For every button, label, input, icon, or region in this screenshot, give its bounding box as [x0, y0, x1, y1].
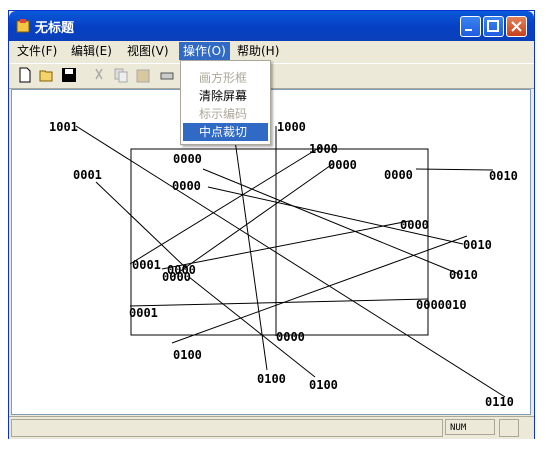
window-title: 无标题	[35, 21, 75, 36]
open-folder-icon[interactable]	[39, 67, 55, 83]
segment	[95, 181, 187, 269]
region-code-label: 0000	[167, 263, 196, 277]
segment	[171, 235, 468, 344]
region-code-label: 0000	[172, 179, 201, 193]
minimize-icon	[465, 29, 472, 31]
region-code-label: 0010	[463, 238, 492, 252]
status-pane	[499, 419, 519, 437]
num-lock-indicator: NUM	[445, 419, 495, 435]
minimize-button[interactable]	[460, 16, 481, 37]
new-file-icon[interactable]	[17, 67, 33, 83]
menu-item-draw-rectangle[interactable]: 画方形框	[183, 69, 268, 87]
copy-icon[interactable]	[113, 67, 129, 83]
cut-icon[interactable]	[91, 67, 107, 83]
maximize-icon	[487, 20, 499, 32]
region-code-label: 1000	[309, 142, 338, 156]
region-code-label: 1001	[49, 120, 78, 134]
main-window: 无标题 文件(F) 编辑(E) 视图(V) 操作(O) 帮助(H) 1001 0…	[8, 10, 535, 439]
region-code-label: 0110	[485, 395, 514, 409]
region-code-label: 0010	[489, 169, 518, 183]
segment	[188, 276, 316, 378]
menu-file[interactable]: 文件(F)	[13, 42, 61, 60]
region-code-label: 0100	[309, 378, 338, 392]
operation-dropdown-menu: 画方形框 清除屏幕 标示编码 中点裁切	[180, 60, 271, 145]
region-code-label: 0100	[173, 348, 202, 362]
close-icon	[511, 21, 522, 32]
segment	[161, 220, 410, 270]
segment	[129, 145, 323, 265]
paste-icon[interactable]	[135, 67, 151, 83]
menu-bar: 文件(F) 编辑(E) 视图(V) 操作(O) 帮助(H)	[9, 41, 534, 61]
menu-view[interactable]: 视图(V)	[123, 42, 173, 60]
region-code-label: 0000010	[416, 298, 467, 312]
close-button[interactable]	[506, 16, 527, 37]
status-message-pane	[11, 419, 443, 437]
print-icon[interactable]	[159, 67, 175, 83]
region-code-label: 0000	[328, 158, 357, 172]
region-code-label: 0001	[73, 168, 102, 182]
region-code-label: 0000	[173, 152, 202, 166]
segment	[129, 298, 429, 307]
region-code-label: 1000	[277, 120, 306, 134]
region-code-label: 0010	[449, 268, 478, 282]
save-icon[interactable]	[61, 67, 77, 83]
region-code-label: 0100	[257, 372, 286, 386]
region-code-label: 0000	[400, 218, 429, 232]
drawing-canvas[interactable]: 1001 0001 0000 1000 1000 0000 0000 0010 …	[11, 89, 531, 415]
status-bar: NUM	[9, 416, 534, 439]
title-bar[interactable]: 无标题	[9, 11, 534, 41]
region-code-label: 0000	[276, 330, 305, 344]
menu-item-clear-screen[interactable]: 清除屏幕	[183, 87, 268, 105]
menu-help[interactable]: 帮助(H)	[233, 42, 283, 60]
toolbar	[9, 63, 534, 89]
app-icon	[16, 19, 30, 33]
menu-edit[interactable]: 编辑(E)	[67, 42, 116, 60]
canvas-drawing	[75, 125, 506, 398]
region-code-label: 0001	[129, 306, 158, 320]
region-code-label: 0001	[132, 258, 161, 272]
menu-item-midpoint-clip[interactable]: 中点裁切	[183, 123, 268, 141]
menu-item-show-codes[interactable]: 标示编码	[183, 105, 268, 123]
region-code-label: 0000	[384, 168, 413, 182]
menu-operation[interactable]: 操作(O)	[179, 42, 230, 60]
maximize-button[interactable]	[483, 16, 504, 37]
segment	[232, 125, 268, 371]
